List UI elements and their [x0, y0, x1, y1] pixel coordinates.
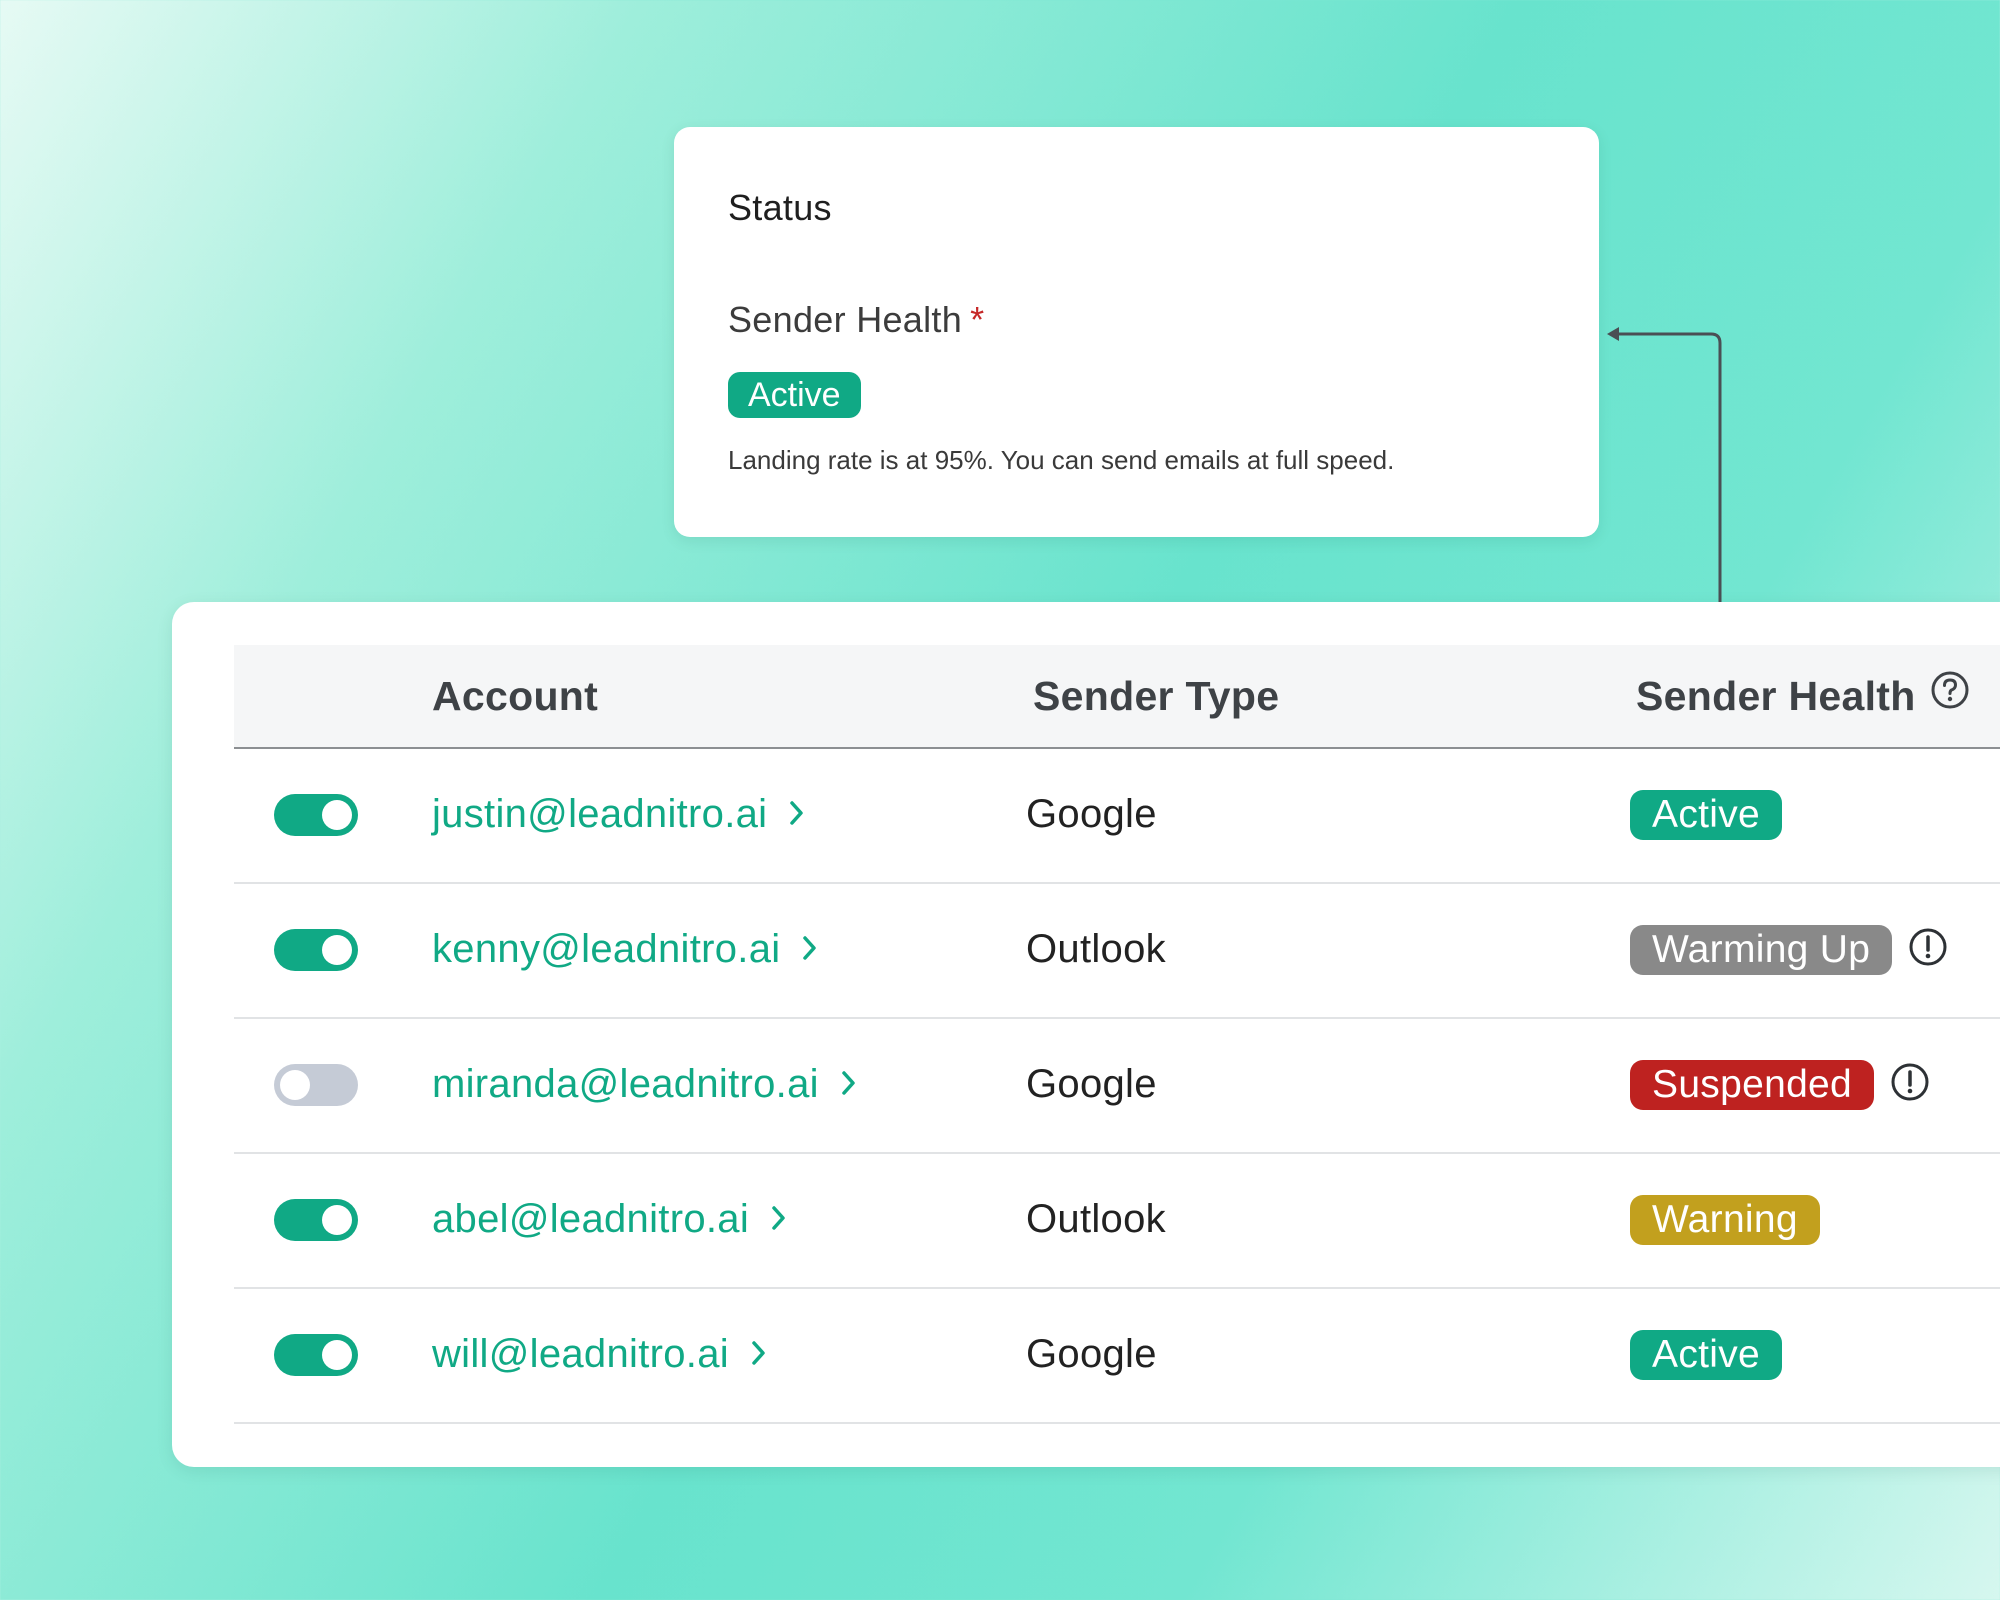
toggle-knob [322, 1205, 352, 1235]
account-email[interactable]: abel@leadnitro.ai [432, 1197, 749, 1241]
account-email[interactable]: miranda@leadnitro.ai [432, 1062, 819, 1106]
sender-type: Google [1026, 792, 1157, 836]
chevron-right-icon[interactable] [751, 1286, 767, 1421]
sender-type: Google [1026, 1332, 1157, 1376]
sender-type: Outlook [1026, 927, 1166, 971]
chevron-right-icon[interactable] [802, 881, 818, 1016]
exclamation-circle-icon[interactable] [1908, 927, 1948, 972]
account-toggle[interactable] [274, 794, 358, 836]
sender-health-cell: Warning [1630, 1152, 1820, 1287]
account-email[interactable]: justin@leadnitro.ai [432, 792, 767, 836]
sender-health-label: Sender Health * [728, 299, 984, 341]
required-marker: * [970, 299, 985, 340]
status-card: Status Sender Health * Active Landing rat… [674, 127, 1599, 537]
status-description: Landing rate is at 95%. You can send ema… [728, 445, 1395, 475]
account-link[interactable]: kenny@leadnitro.ai [432, 882, 818, 1017]
table-row: abel@leadnitro.ai Outlook Warning [234, 1152, 2000, 1289]
sender-type: Google [1026, 1062, 1157, 1106]
account-link[interactable]: will@leadnitro.ai [432, 1287, 767, 1422]
account-link[interactable]: justin@leadnitro.ai [432, 747, 805, 882]
toggle-knob [280, 1070, 310, 1100]
sender-health-cell: Active [1630, 1287, 1783, 1422]
status-title: Status [728, 187, 832, 228]
header-sender-health: Sender Health [1636, 645, 1970, 747]
toggle-knob [322, 800, 352, 830]
header-sender-health-label[interactable]: Sender Health [1636, 673, 1916, 719]
account-email[interactable]: will@leadnitro.ai [432, 1332, 729, 1376]
toggle-knob [322, 935, 352, 965]
sender-health-label-text: Sender Health [728, 299, 963, 340]
health-badge: Suspended [1630, 1059, 1875, 1110]
status-badge: Active [728, 372, 861, 418]
health-badge: Active [1630, 789, 1783, 840]
account-toggle[interactable] [274, 1334, 358, 1376]
sender-health-cell: Suspended [1630, 1017, 1930, 1152]
account-toggle[interactable] [274, 929, 358, 971]
health-badge: Active [1630, 1329, 1783, 1380]
account-toggle[interactable] [274, 1199, 358, 1241]
chevron-right-icon[interactable] [841, 1016, 857, 1151]
table-header: Account Sender Type Sender Health [234, 645, 2000, 749]
table-row: kenny@leadnitro.ai Outlook Warming Up [234, 882, 2000, 1019]
question-circle-icon[interactable] [1930, 645, 1970, 747]
account-link[interactable]: abel@leadnitro.ai [432, 1152, 787, 1287]
account-email[interactable]: kenny@leadnitro.ai [432, 927, 780, 971]
table-row: justin@leadnitro.ai Google Active [234, 747, 2000, 884]
toggle-knob [322, 1340, 352, 1370]
account-link[interactable]: miranda@leadnitro.ai [432, 1017, 857, 1152]
chevron-right-icon[interactable] [771, 1151, 787, 1286]
exclamation-circle-icon[interactable] [1890, 1062, 1930, 1107]
sender-health-cell: Active [1630, 747, 1783, 882]
account-toggle[interactable] [274, 1064, 358, 1106]
accounts-table: Account Sender Type Sender Health justin… [172, 602, 2000, 1467]
health-badge: Warning [1630, 1194, 1820, 1245]
sender-health-cell: Warming Up [1630, 882, 1948, 1017]
health-badge: Warming Up [1630, 924, 1893, 975]
table-row: miranda@leadnitro.ai Google Suspended [234, 1017, 2000, 1154]
chevron-right-icon[interactable] [789, 746, 805, 881]
header-account[interactable]: Account [432, 645, 598, 747]
table-row: will@leadnitro.ai Google Active [234, 1287, 2000, 1424]
sender-type: Outlook [1026, 1197, 1166, 1241]
header-sender-type[interactable]: Sender Type [1033, 645, 1279, 747]
